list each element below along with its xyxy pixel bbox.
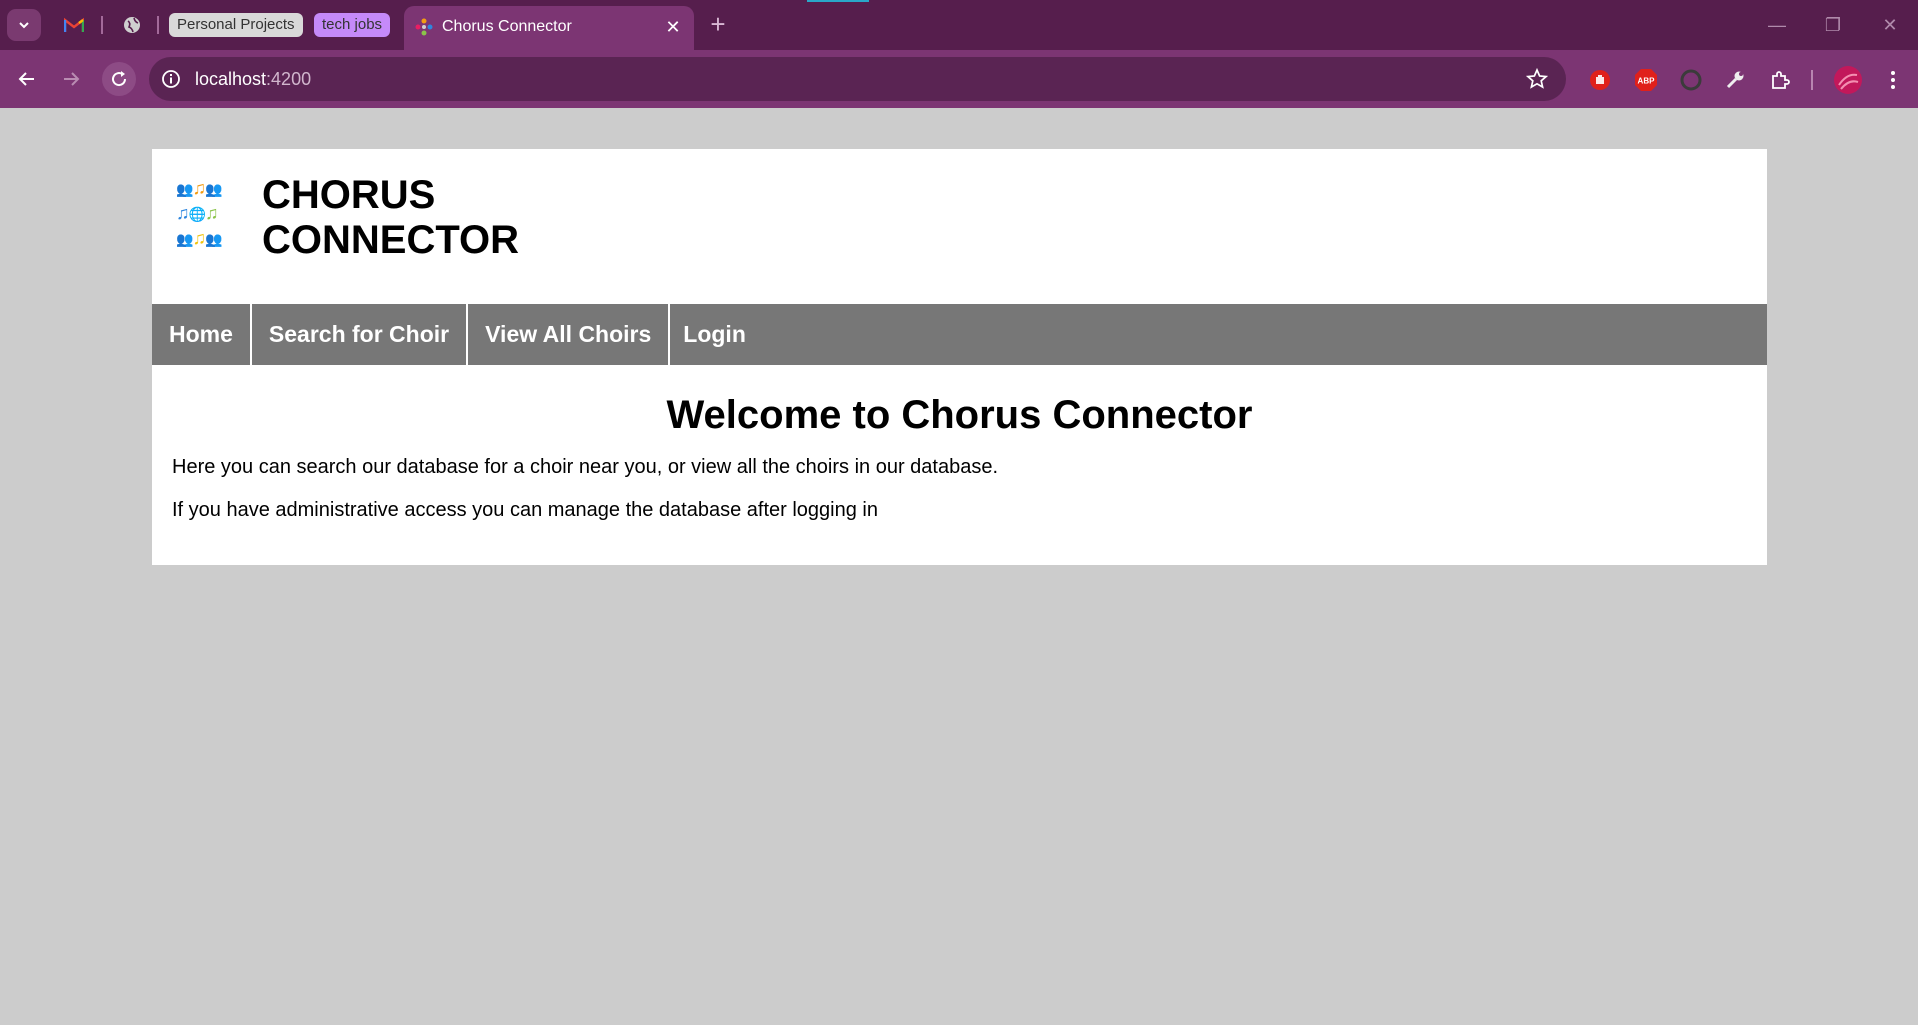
- adblock-plus-icon[interactable]: ABP: [1633, 67, 1659, 93]
- logo-row: ♫🌐♫: [176, 201, 238, 226]
- hand-stop-icon[interactable]: [1587, 67, 1613, 93]
- welcome-heading: Welcome to Chorus Connector: [666, 393, 1253, 437]
- main-content: Welcome to Chorus Connector Here you can…: [152, 365, 1767, 522]
- nav-login[interactable]: Login: [670, 304, 763, 365]
- logo-row: 👥♫👥: [176, 226, 238, 251]
- arrow-right-icon: [64, 72, 80, 86]
- puzzle-icon[interactable]: [1767, 67, 1793, 93]
- url-port: :4200: [266, 69, 312, 89]
- main-navbar: Home Search for Choir View All Choirs Lo…: [152, 304, 1767, 365]
- bookmark-star-icon[interactable]: [1526, 68, 1548, 90]
- globe-icon: 🌐: [188, 206, 206, 222]
- grammar-icon[interactable]: [1678, 67, 1704, 93]
- pinned-tab-globe[interactable]: [120, 13, 144, 37]
- nav-home[interactable]: Home: [152, 304, 252, 365]
- pinned-tab-gmail[interactable]: [62, 13, 86, 37]
- people-icon: 👥: [176, 181, 193, 197]
- globe-icon: [124, 17, 140, 33]
- tab-separator: [101, 16, 103, 34]
- svg-text:ABP: ABP: [1638, 77, 1656, 86]
- tab-group-tech-jobs[interactable]: tech jobs: [314, 13, 391, 37]
- address-bar[interactable]: localhost:4200: [149, 57, 1566, 101]
- wrench-icon[interactable]: [1722, 67, 1748, 93]
- chorus-favicon-icon: [415, 18, 433, 36]
- minimize-window-button[interactable]: —: [1764, 12, 1790, 38]
- forward-button[interactable]: [56, 64, 86, 94]
- tab-loading-indicator: [807, 0, 869, 2]
- close-tab-icon[interactable]: ✕: [662, 16, 684, 38]
- people-icon: 👥: [176, 231, 193, 247]
- music-note-icon: ♫: [204, 203, 218, 223]
- reload-button[interactable]: [102, 62, 136, 96]
- back-button[interactable]: [12, 64, 42, 94]
- browser-toolbar: localhost:4200 ABP: [0, 50, 1918, 108]
- toolbar-divider: [1811, 70, 1813, 90]
- site-title: CHORUS CONNECTOR: [262, 173, 519, 263]
- profile-avatar[interactable]: [1832, 64, 1864, 96]
- close-window-button[interactable]: ✕: [1877, 12, 1903, 38]
- music-note-icon: ♫: [192, 228, 205, 248]
- site-logo: 👥♫👥 ♫🌐♫ 👥♫👥: [176, 176, 238, 248]
- chevron-down-icon: [19, 22, 29, 29]
- gmail-icon: [64, 17, 84, 32]
- tab-group-personal-projects[interactable]: Personal Projects: [169, 13, 303, 37]
- people-icon: 👥: [204, 181, 222, 197]
- logo-row: 👥♫👥: [176, 176, 238, 201]
- music-note-icon: ♫: [192, 178, 205, 198]
- music-note-icon: ♫: [176, 203, 189, 223]
- admin-paragraph: If you have administrative access you ca…: [172, 499, 878, 521]
- browser-tabstrip: Personal Projects tech jobs Chorus Conne…: [0, 0, 1918, 50]
- intro-paragraph: Here you can search our database for a c…: [172, 456, 999, 478]
- tab-separator: [157, 16, 159, 34]
- tab-title: Chorus Connector: [442, 18, 572, 35]
- arrow-left-icon: [18, 72, 34, 86]
- nav-search-for-choir[interactable]: Search for Choir: [252, 304, 469, 365]
- new-tab-button[interactable]: +: [705, 11, 731, 38]
- people-icon: 👥: [204, 231, 222, 247]
- site-title-line2: CONNECTOR: [262, 218, 520, 262]
- tab-search-button[interactable]: [7, 9, 41, 41]
- page-card: 👥♫👥 ♫🌐♫ 👥♫👥 CHORUS CONNECTOR Home Search…: [152, 149, 1767, 565]
- active-tab[interactable]: Chorus Connector ✕: [404, 6, 694, 50]
- browser-menu-icon[interactable]: [1880, 67, 1906, 93]
- reload-icon: [112, 71, 127, 87]
- site-header: 👥♫👥 ♫🌐♫ 👥♫👥 CHORUS CONNECTOR: [152, 149, 1767, 304]
- url-host: localhost: [195, 69, 267, 89]
- restore-window-button[interactable]: ❐: [1820, 12, 1846, 38]
- site-info-icon[interactable]: [161, 69, 181, 89]
- address-url[interactable]: localhost:4200: [195, 68, 311, 90]
- site-title-line1: CHORUS: [262, 173, 436, 217]
- nav-view-all-choirs[interactable]: View All Choirs: [468, 304, 671, 365]
